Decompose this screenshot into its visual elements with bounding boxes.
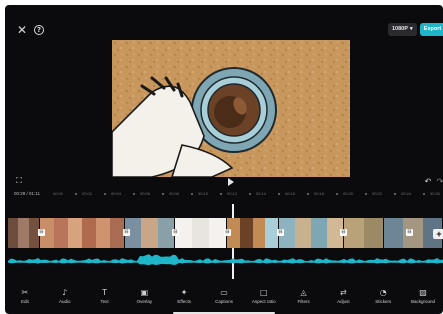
ruler-tick — [104, 193, 106, 195]
ruler-tick-label: 00:14 — [256, 191, 267, 196]
undo-icon[interactable]: ↶ — [423, 176, 433, 186]
background-icon: ▨ — [419, 288, 427, 297]
toolbar-item-filters[interactable]: ◬ Filters — [285, 288, 323, 310]
ruler-tick-label: 00:12 — [227, 191, 238, 196]
filters-icon: ◬ — [300, 288, 307, 297]
ruler-tick — [249, 193, 251, 195]
toolbar-item-label: Overlay — [136, 299, 153, 304]
ruler-tick-label: 00:18 — [314, 191, 325, 196]
redo-icon[interactable]: ↷ — [435, 176, 443, 186]
toolbar-item-stickers[interactable]: ◔ Stickers — [364, 288, 402, 310]
ruler-tick-label: 00:16 — [285, 191, 296, 196]
help-icon[interactable]: ? — [32, 23, 46, 37]
video-preview[interactable] — [112, 40, 350, 177]
effects-icon: ✦ — [180, 288, 188, 297]
toolbar-item-background[interactable]: ▨ Background — [404, 288, 442, 310]
close-icon[interactable]: ✕ — [15, 23, 29, 37]
toolbar-item-label: Aspect ratio — [251, 299, 276, 304]
transition-icon[interactable]: ⊟ — [277, 229, 284, 236]
video-clip[interactable] — [125, 218, 175, 248]
toolbar-item-label: Filters — [297, 299, 310, 304]
toolbar-item-label: Edit — [21, 299, 29, 304]
overlay-icon: ▣ — [140, 288, 149, 297]
transition-icon[interactable]: ⊟ — [406, 229, 413, 236]
video-clip[interactable] — [344, 218, 384, 248]
stickers-icon: ◔ — [379, 288, 387, 297]
ruler-tick-label: 00:00 — [53, 191, 64, 196]
ruler-tick-label: 00:26 — [430, 191, 441, 196]
transition-icon[interactable]: ⊟ — [123, 229, 130, 236]
ruler-tick-label: 00:06 — [140, 191, 151, 196]
toolbar-item-audio[interactable]: ♪ Audio — [46, 288, 84, 310]
ruler-tick — [191, 193, 193, 195]
toolbar-item-adjust[interactable]: ⇄ Adjust — [324, 288, 362, 310]
toolbar-item-label: Background — [411, 299, 436, 304]
transition-icon[interactable]: ⊟ — [38, 229, 45, 236]
captions-icon: ▭ — [220, 288, 228, 297]
bottom-toolbar: ✂ Edit ♪ Audio T Text ▣ Overlay ✦ Effects ▭ Caption… — [5, 288, 443, 310]
music-note-icon: ♪ — [62, 288, 68, 297]
export-button[interactable]: Export — [420, 23, 443, 36]
toolbar-item-label: Adjust — [337, 299, 350, 304]
resolution-dropdown[interactable]: 1080P ▾ — [388, 23, 417, 36]
ruler-tick — [220, 193, 222, 195]
add-clip-button[interactable]: + — [433, 229, 443, 239]
preview-frame — [112, 40, 350, 177]
video-clip[interactable] — [175, 218, 227, 248]
ruler-tick-label: 00:02 — [82, 191, 93, 196]
video-clip[interactable] — [279, 218, 344, 248]
aspect-ratio-icon: □ — [260, 288, 268, 297]
scissors-icon: ✂ — [21, 288, 29, 297]
ruler-tick — [278, 193, 280, 195]
audio-waveform[interactable] — [8, 252, 443, 272]
ruler-tick — [162, 193, 164, 195]
toolbar-item-aspect-ratio[interactable]: □ Aspect ratio — [245, 288, 283, 310]
ruler-tick-label: 00:22 — [372, 191, 383, 196]
transition-icon[interactable]: ⊟ — [172, 229, 179, 236]
ruler-tick — [133, 193, 135, 195]
resolution-label: 1080P — [392, 26, 408, 32]
ruler-tick — [75, 193, 77, 195]
ruler-tick-label: 00:24 — [401, 191, 412, 196]
toolbar-item-label: Text — [100, 299, 109, 304]
ruler-tick — [394, 193, 396, 195]
video-track[interactable]: ⊟ ⊟ ⊟ ⊟ ⊟ ⊟ ⊟ — [8, 218, 443, 248]
text-icon: T — [102, 288, 107, 297]
transition-icon[interactable]: ⊟ — [340, 229, 347, 236]
ruler-tick-label: 00:08 — [169, 191, 180, 196]
toolbar-item-label: Effects — [177, 299, 191, 304]
ruler-tick — [307, 193, 309, 195]
toolbar-item-text[interactable]: T Text — [86, 288, 124, 310]
ruler-tick — [365, 193, 367, 195]
chevron-down-icon: ▾ — [409, 26, 413, 32]
transition-icon[interactable]: ⊟ — [224, 229, 231, 236]
ruler-tick-label: 00:04 — [111, 191, 122, 196]
toolbar-item-overlay[interactable]: ▣ Overlay — [125, 288, 163, 310]
toolbar-item-edit[interactable]: ✂ Edit — [6, 288, 44, 310]
editor-screen: ✕ ? 1080P ▾ Export ⛶ ↶ ↷ 00:28 / 01:11 ⊟… — [5, 5, 443, 314]
play-icon[interactable] — [226, 177, 236, 187]
adjust-icon: ⇄ — [340, 288, 347, 297]
video-clip[interactable] — [227, 218, 279, 248]
toolbar-item-label: Captions — [215, 299, 233, 304]
toolbar-item-effects[interactable]: ✦ Effects — [165, 288, 203, 310]
toolbar-item-label: Stickers — [375, 299, 392, 304]
fullscreen-icon[interactable]: ⛶ — [14, 176, 24, 186]
ruler-tick-label: 00:20 — [343, 191, 354, 196]
video-clip[interactable] — [8, 218, 40, 248]
ruler-tick — [423, 193, 425, 195]
video-clip[interactable] — [40, 218, 125, 248]
toolbar-item-captions[interactable]: ▭ Captions — [205, 288, 243, 310]
ruler-tick-label: 00:10 — [198, 191, 209, 196]
toolbar-item-label: Audio — [58, 299, 71, 304]
ruler-tick — [336, 193, 338, 195]
